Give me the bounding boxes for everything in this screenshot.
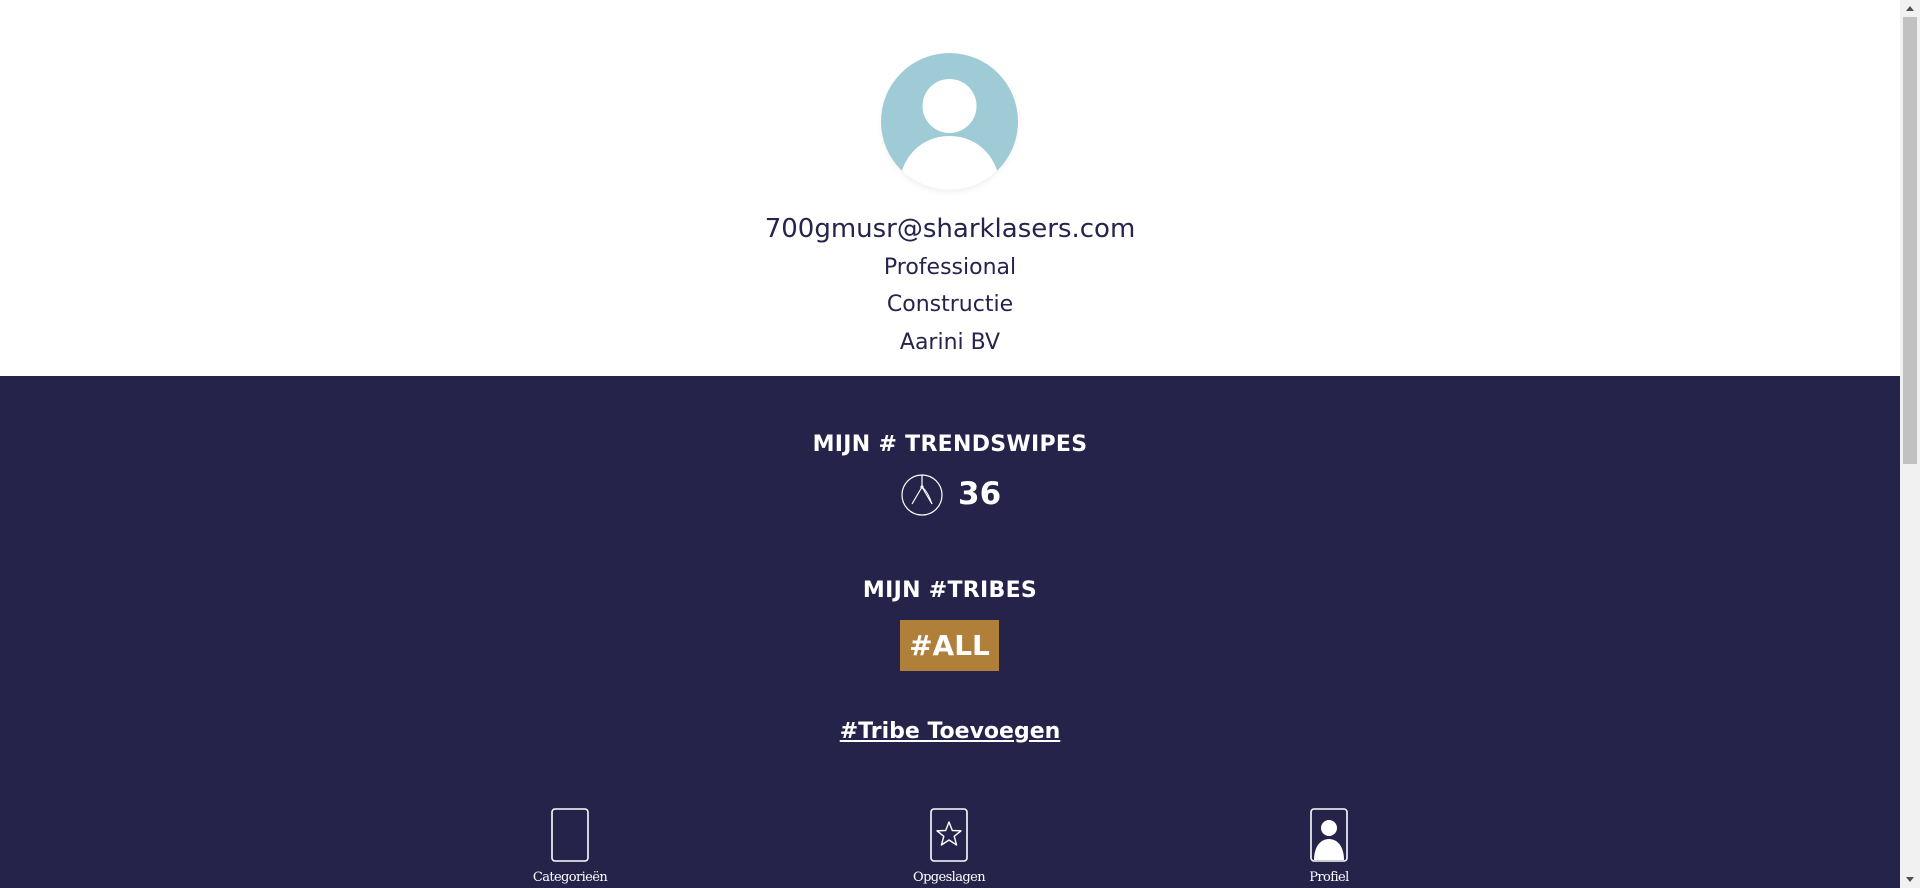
scrollbar-thumb[interactable]: [1903, 17, 1917, 464]
card-icon: [551, 808, 589, 862]
content: 700gmusr@sharklasers.com Professional Co…: [0, 0, 1900, 888]
scroll-up-arrow-icon[interactable]: [1900, 0, 1920, 17]
bottom-navigation: Categorieën Opgeslagen Profiel: [0, 808, 1900, 888]
profile-card-icon: [1310, 808, 1348, 862]
vertical-scrollbar[interactable]: [1900, 0, 1920, 888]
profile-email: 700gmusr@sharklasers.com: [764, 214, 1136, 244]
profile-header: 700gmusr@sharklasers.com Professional Co…: [0, 0, 1900, 376]
scroll-down-arrow-icon[interactable]: [1900, 871, 1920, 888]
profile-role: Professional: [883, 255, 1017, 280]
star-card-icon: [930, 808, 968, 862]
add-tribe-link[interactable]: #Tribe Toevoegen: [0, 719, 1900, 744]
user-avatar-icon: [881, 53, 1018, 190]
nav-label-saved: Opgeslagen: [913, 870, 986, 885]
page: 700gmusr@sharklasers.com Professional Co…: [0, 0, 1920, 888]
nav-item-saved[interactable]: Opgeslagen: [889, 808, 1009, 888]
nav-item-categories[interactable]: Categorieën: [510, 808, 630, 888]
trendswipes-title: MIJN # TRENDSWIPES: [812, 432, 1088, 457]
trendswipes-count: 36: [958, 476, 1002, 512]
profile-sector: Constructie: [886, 292, 1014, 317]
swipe-icon: [901, 474, 943, 516]
nav-label-categories: Categorieën: [532, 870, 608, 885]
stats-section: MIJN # TRENDSWIPES 36 MIJN #TRIBES #ALL …: [0, 376, 1900, 888]
nav-item-profile[interactable]: Profiel: [1269, 808, 1389, 888]
tribes-title: MIJN #TRIBES: [862, 578, 1038, 603]
nav-label-profile: Profiel: [1309, 870, 1349, 885]
trendswipes-count-row: 36: [0, 473, 1900, 519]
profile-company: Aarini BV: [899, 330, 1001, 355]
tribe-tag-all[interactable]: #ALL: [900, 620, 999, 671]
